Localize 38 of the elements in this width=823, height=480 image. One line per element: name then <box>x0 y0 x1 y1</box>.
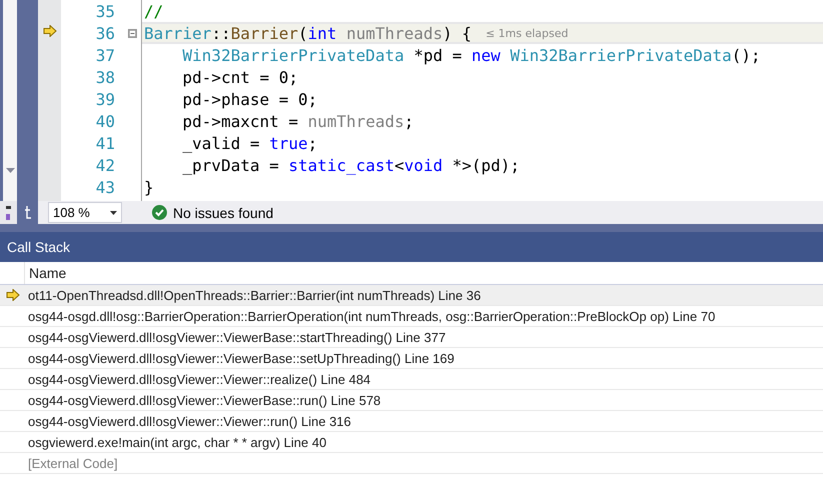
call-stack-row[interactable]: [External Code] <box>0 453 823 474</box>
line-number: 37 <box>94 44 116 66</box>
line-number: 39 <box>94 88 116 110</box>
panel-title: Call Stack <box>0 232 823 262</box>
current-statement-arrow-icon <box>42 25 56 37</box>
code-line: pd->maxcnt = numThreads; <box>182 112 414 130</box>
code-line: _valid = true; <box>182 134 318 152</box>
line-number: 38 <box>94 66 116 88</box>
code-line: Barrier::Barrier(int numThreads) { <box>144 24 472 42</box>
issues-status[interactable]: No issues found <box>173 204 274 220</box>
scroll-down-icon[interactable] <box>6 168 14 173</box>
call-stack-row[interactable]: osg44-osgViewerd.dll!osgViewer::Viewer::run() Line 316 <box>0 411 823 432</box>
caret-icon <box>110 210 117 214</box>
call-stack-row[interactable]: osg44-osgViewerd.dll!osgViewer::ViewerBase::setUpThreading() Line 169 <box>0 348 823 369</box>
line-number: 35 <box>94 0 116 22</box>
call-stack-row[interactable]: osg44-osgViewerd.dll!osgViewer::ViewerBase::run() Line 578 <box>0 390 823 411</box>
check-icon <box>152 205 167 220</box>
line-number: 36 <box>94 22 116 44</box>
line-number: 41 <box>94 132 116 154</box>
code-line: pd->phase = 0; <box>182 90 318 108</box>
line-number: 43 <box>94 176 116 198</box>
elapsed-time-hint: ≤ 1ms elapsed <box>486 26 568 40</box>
current-frame-arrow-icon <box>6 289 20 301</box>
code-line: _prvData = static_cast<void *>(pd); <box>182 156 520 174</box>
code-line: // <box>144 2 164 20</box>
call-stack-row[interactable]: osgviewerd.exe!main(int argc, char * * argv) Line 40 <box>0 432 823 453</box>
call-stack-row[interactable]: osg44-osgViewerd.dll!osgViewer::Viewer::realize() Line 484 <box>0 369 823 390</box>
zoom-dropdown[interactable]: 108 % <box>48 202 122 223</box>
call-stack-row[interactable]: osg44-osgd.dll!osg::BarrierOperation::BarrierOperation(int numThreads, osg::BarrierOperation::PreBlockOp op) Line 70 <box>0 306 823 327</box>
collapse-icon[interactable] <box>128 28 137 38</box>
call-stack-row[interactable]: osg44-osgViewerd.dll!osgViewer::ViewerBase::startThreading() Line 377 <box>0 327 823 348</box>
line-number: 42 <box>94 154 116 176</box>
call-stack-row[interactable]: ot11-OpenThreadsd.dll!OpenThreads::Barrier::Barrier(int numThreads) Line 36 <box>0 285 823 306</box>
column-header[interactable]: Name <box>25 262 66 284</box>
code-line: Win32BarrierPrivateData *pd = new Win32BarrierPrivateData(); <box>182 46 761 64</box>
line-number: 40 <box>94 110 116 132</box>
code-line: pd->cnt = 0; <box>182 68 298 86</box>
code-line: } <box>144 178 154 196</box>
